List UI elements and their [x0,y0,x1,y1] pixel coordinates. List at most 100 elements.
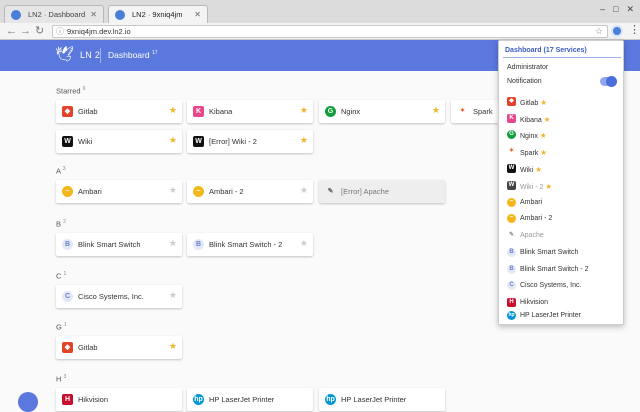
ambari-icon: ~ [193,186,204,197]
popup-item-blink-2[interactable]: B Blink Smart Switch - 2 [505,263,621,277]
popup-item-hp[interactable]: hp HP LaserJet Printer [505,309,621,323]
maximize-icon[interactable]: □ [613,4,618,14]
forward-icon[interactable]: → [20,24,31,38]
ambari-icon: ~ [507,198,516,207]
popup-item-hikvision[interactable]: H Hikvision [505,296,621,310]
dashboard-nav[interactable]: Dashboard 17 [108,50,158,60]
popup-item-wiki-2[interactable]: W Wiki - 2 ★ [505,179,621,193]
service-card-cisco[interactable]: C Cisco Systems, Inc. ★ [56,285,182,308]
back-icon[interactable]: ← [6,24,17,38]
popup-item-blink[interactable]: B Blink Smart Switch [505,246,621,260]
extension-popup: Dashboard (17 Services) Administrator No… [498,40,624,325]
popup-header[interactable]: Dashboard (17 Services) [505,47,587,54]
wiki-icon: W [193,136,204,147]
ln2-extension-icon[interactable] [611,25,623,37]
favicon-icon [11,10,21,20]
star-icon[interactable]: ★ [300,135,308,146]
ambari-icon: ~ [62,186,73,197]
hikvision-icon: H [507,298,516,307]
section-h: H 3 [56,374,67,384]
blink-icon: B [507,265,516,274]
hp-icon: hp [507,311,516,320]
gitlab-icon: ◆ [62,106,73,117]
wiki-icon: W [507,164,516,173]
close-window-icon[interactable]: ✕ [626,4,634,14]
close-tab-icon[interactable]: ✕ [194,6,201,23]
popup-item-ambari-2[interactable]: ~ Ambari - 2 [505,212,621,226]
popup-item-apache[interactable]: ✎ Apache [505,229,621,243]
tab-dashboard[interactable]: LN2 · Dashboard ✕ [4,5,104,23]
bird-logo-icon: 🕊 [55,46,75,63]
tab-title: LN2 · Dashboard [28,10,86,19]
popup-item-wiki[interactable]: W Wiki ★ [505,162,621,176]
window-controls: – □ ✕ [592,4,634,15]
service-card-wiki-2[interactable]: W [Error] Wiki - 2 ★ [187,130,313,153]
service-card-kibana[interactable]: K Kibana ★ [187,100,313,123]
star-icon: ★ [540,98,548,107]
star-icon: ★ [540,148,548,157]
popup-item-kibana[interactable]: K Kibana ★ [505,112,621,126]
ambari-icon: ~ [507,214,516,223]
star-icon[interactable]: ★ [169,185,177,196]
apache-feather-icon: ✎ [508,232,515,238]
star-icon[interactable]: ★ [169,105,177,116]
cisco-icon: C [507,281,516,290]
notification-toggle[interactable] [600,76,617,87]
section-a: A 3 [56,166,66,176]
browser-tab-bar: LN2 · Dashboard ✕ LN2 · 9xniq4jm ✕ – □ ✕ [0,0,640,23]
service-card-ambari-2[interactable]: ~ Ambari - 2 ★ [187,180,313,203]
app-name: LN 2 [80,50,101,60]
star-icon[interactable]: ★ [300,185,308,196]
tab-title: LN2 · 9xniq4jm [132,10,183,19]
service-card-blink-2[interactable]: B Blink Smart Switch - 2 ★ [187,233,313,256]
star-icon[interactable]: ★ [300,105,308,116]
spark-icon: ✶ [457,106,468,117]
wiki-icon: W [62,136,73,147]
gitlab-icon: ◆ [507,97,516,106]
service-card-gitlab[interactable]: ◆ Gitlab ★ [56,100,182,123]
address-bar[interactable]: ⓘ 9xniq4jm.dev.ln2.io ☆ [52,25,608,38]
floating-action-button[interactable] [18,392,38,412]
service-card-wiki[interactable]: W Wiki ★ [56,130,182,153]
star-icon[interactable]: ★ [300,238,308,249]
notification-label: Notification [507,78,542,85]
reload-icon[interactable]: ↻ [35,24,44,38]
service-card-blink[interactable]: B Blink Smart Switch ★ [56,233,182,256]
popup-item-spark[interactable]: ✶ Spark ★ [505,145,621,159]
header-divider [100,48,101,63]
service-card-ambari[interactable]: ~ Ambari ★ [56,180,182,203]
page-info-icon[interactable]: ⓘ [56,26,64,37]
popup-item-gitlab[interactable]: ◆ Gitlab ★ [505,95,621,109]
popup-divider [503,57,621,58]
star-icon: ★ [543,115,551,124]
star-icon: ★ [535,165,542,174]
star-icon[interactable]: ★ [169,135,177,146]
cisco-icon: C [62,291,73,302]
nginx-icon: G [325,106,336,117]
star-icon: ★ [545,182,553,191]
bookmark-star-icon[interactable]: ☆ [595,26,603,37]
popup-item-ambari[interactable]: ~ Ambari [505,196,621,210]
star-icon[interactable]: ★ [169,290,177,301]
section-starred: Starred 6 [56,86,86,96]
blink-icon: B [62,239,73,250]
close-tab-icon[interactable]: ✕ [90,6,97,23]
star-icon[interactable]: ★ [432,105,440,116]
star-icon[interactable]: ★ [169,238,177,249]
star-icon[interactable]: ★ [169,341,177,352]
apache-feather-icon: ✎ [327,188,334,195]
popup-item-nginx[interactable]: G Nginx ★ [505,128,621,142]
section-g: G 1 [56,322,67,332]
nginx-icon: G [507,130,516,139]
section-c: C 1 [56,271,67,281]
kibana-icon: K [507,114,516,123]
section-b: B 2 [56,219,66,229]
url-text: 9xniq4jm.dev.ln2.io [67,27,131,36]
service-card-apache[interactable]: ✎ [Error] Apache [319,180,445,203]
browser-menu-icon[interactable]: ⋮ [629,23,640,38]
service-card-gitlab-g[interactable]: ◆ Gitlab ★ [56,336,182,359]
minimize-icon[interactable]: – [600,4,605,14]
tab-service[interactable]: LN2 · 9xniq4jm ✕ [108,5,208,23]
service-card-nginx[interactable]: G Nginx ★ [319,100,445,123]
popup-item-cisco[interactable]: C Cisco Systems, Inc. [505,279,621,293]
